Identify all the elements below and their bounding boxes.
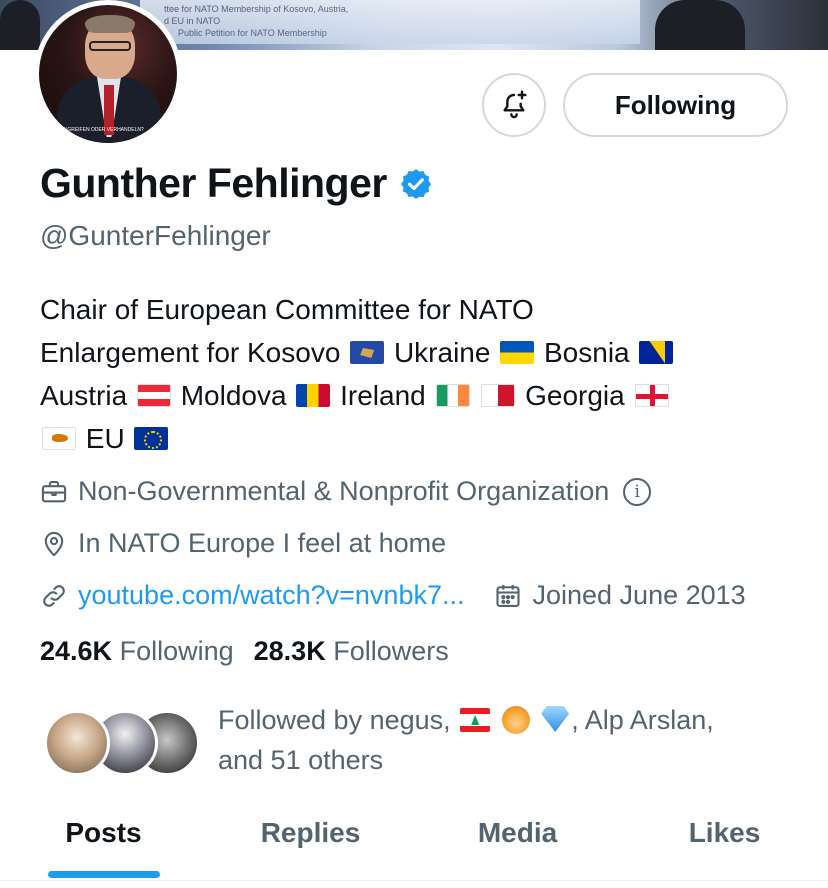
followers-count: 28.3K — [253, 636, 326, 666]
follow-stats: 24.6K Following 28.3K Followers — [40, 636, 469, 667]
category-text: Non-Governmental & Nonprofit Organizatio… — [78, 476, 610, 506]
bio-text: Enlargement for Kosovo — [40, 337, 341, 368]
info-icon[interactable]: i — [623, 477, 652, 506]
briefcase-icon — [41, 480, 67, 502]
name-row: Gunther Fehlinger — [40, 160, 433, 207]
bio-text: Austria — [40, 380, 128, 411]
bio-line: EU — [40, 417, 800, 460]
bio-text: Chair of European Committee for NATO — [40, 294, 534, 325]
moldova-flag-icon — [296, 384, 331, 407]
bio-text: Georgia — [525, 380, 625, 411]
category-row: Non-Governmental & Nonprofit Organizatio… — [40, 476, 652, 507]
tab-likes[interactable]: Likes — [621, 800, 828, 866]
joined-date: Joined June 2013 — [494, 580, 746, 611]
profile-avatar[interactable]: EINGREIFEN ODER VERHANDELN? — [34, 0, 182, 148]
avatar — [44, 710, 110, 776]
calendar-icon — [496, 584, 521, 607]
bio-text: Bosnia — [544, 337, 630, 368]
ireland-flag-icon — [435, 384, 470, 407]
followers-label: Followers — [333, 636, 449, 666]
following-button[interactable]: Following — [563, 73, 788, 137]
eu-flag-icon — [134, 427, 169, 450]
ukraine-flag-icon — [500, 341, 535, 364]
location-row: In NATO Europe I feel at home — [40, 528, 446, 559]
lebanon-flag-icon — [460, 708, 491, 732]
followers-stat[interactable]: 28.3K Followers — [254, 636, 449, 667]
followed-by-middle: , Alp Arslan, — [571, 705, 714, 735]
tab-media[interactable]: Media — [414, 800, 621, 866]
followed-by-suffix: and 51 others — [218, 745, 384, 775]
notifications-button[interactable] — [482, 73, 546, 137]
profile-tabs: Posts Replies Media Likes — [0, 800, 828, 888]
cyprus-flag-icon — [42, 427, 76, 450]
tabs-divider — [0, 880, 828, 881]
followed-by-avatars — [44, 710, 204, 776]
bio-text: EU — [85, 423, 125, 454]
display-name: Gunther Fehlinger — [40, 160, 387, 206]
bio-text: Ukraine — [393, 337, 491, 368]
banner-person-right — [655, 0, 745, 50]
profile-bio: Chair of European Committee for NATO Enl… — [40, 288, 800, 460]
banner-poster: ttee for NATO Membership of Kosovo, Aust… — [140, 0, 640, 44]
bosnia-flag-icon — [639, 341, 674, 364]
kosovo-flag-icon — [350, 341, 385, 364]
joined-text: Joined June 2013 — [532, 580, 746, 610]
following-label: Following — [119, 636, 234, 666]
gem-icon — [541, 706, 570, 732]
verified-badge-icon[interactable] — [399, 167, 433, 201]
following-stat[interactable]: 24.6K Following — [40, 636, 234, 667]
bio-line: Austria Moldova Ireland Georgia — [40, 374, 800, 417]
link-icon — [43, 584, 65, 607]
bio-text: Moldova — [180, 380, 287, 411]
avatar-caption: EINGREIFEN ODER VERHANDELN? — [59, 127, 144, 133]
following-count: 24.6K — [40, 636, 113, 666]
austria-flag-icon — [136, 384, 171, 407]
bell-plus-icon — [503, 90, 527, 119]
bio-line: Chair of European Committee for NATO — [40, 288, 800, 331]
bio-line: Enlargement for Kosovo Ukraine Bosnia — [40, 331, 800, 374]
avatar-photo: EINGREIFEN ODER VERHANDELN? — [39, 5, 177, 143]
link-joined-row: youtube.com/watch?v=nvnbk7... Joined Jun… — [40, 580, 746, 611]
banner-poster-line: d EU in NATO — [164, 16, 221, 26]
tiger-face-icon — [501, 706, 530, 734]
georgia-flag-icon — [634, 384, 669, 407]
location-text: In NATO Europe I feel at home — [78, 528, 447, 558]
followed-by-text: Followed by negus, , Alp Arslan, and 51 … — [218, 700, 798, 780]
website-link[interactable]: youtube.com/watch?v=nvnbk7... — [78, 580, 464, 611]
location-pin-icon — [44, 531, 64, 556]
banner-person-left — [0, 0, 40, 50]
malta-flag-icon — [481, 384, 516, 407]
followed-by-prefix: Followed by negus, — [218, 705, 451, 735]
user-handle: @GunterFehlinger — [40, 220, 271, 251]
banner-poster-line: ttee for NATO Membership of Kosovo, Aust… — [164, 4, 349, 14]
bio-text: Ireland — [340, 380, 426, 411]
tab-replies[interactable]: Replies — [207, 800, 414, 866]
tab-posts[interactable]: Posts — [0, 800, 207, 866]
banner-poster-line: Public Petition for NATO Membership — [178, 28, 327, 38]
